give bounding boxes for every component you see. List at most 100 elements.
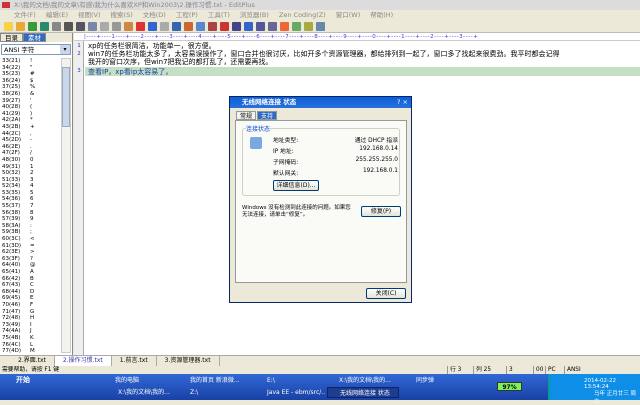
char-row[interactable]: 74(4A) J <box>2 328 60 335</box>
char-row[interactable]: 55(37) 7 <box>2 203 60 210</box>
file-tab[interactable]: 1.前言.txt <box>112 356 157 366</box>
char-row[interactable]: 64(40) @ <box>2 262 60 269</box>
char-row[interactable]: 36(24) $ <box>2 78 60 85</box>
scrollbar[interactable] <box>61 58 71 353</box>
char-row[interactable]: 44(2C), <box>2 131 60 138</box>
toolbar-button[interactable] <box>196 22 205 31</box>
char-row[interactable]: 67(43) C <box>2 282 60 289</box>
charset-select[interactable]: ANSI 字符 ▾ <box>1 44 71 55</box>
menu-item[interactable]: 文件(F) <box>14 10 36 20</box>
tab-general[interactable]: 常规 <box>236 111 257 120</box>
toolbar-button[interactable] <box>268 22 277 31</box>
char-row[interactable]: 77(4D) M <box>2 348 60 355</box>
toolbar-button[interactable] <box>292 22 301 31</box>
tab-directory[interactable]: 目录 <box>0 33 23 42</box>
start-button[interactable]: 开始 <box>0 374 50 387</box>
menu-item[interactable]: 工程(P) <box>176 10 198 20</box>
toolbar-button[interactable] <box>232 22 241 31</box>
toolbar-button[interactable] <box>316 22 325 31</box>
char-row[interactable]: 35(23) # <box>2 71 60 78</box>
char-row[interactable]: 42(2A) * <box>2 117 60 124</box>
taskbar-item-active[interactable]: 无线网络连接 状态 <box>327 387 399 398</box>
char-row[interactable]: 56(38) 8 <box>2 210 60 217</box>
char-row[interactable]: 71(47) G <box>2 309 60 316</box>
char-row[interactable]: 38(26) & <box>2 91 60 98</box>
toolbar-button[interactable] <box>76 22 85 31</box>
menu-item[interactable]: 搜索(S) <box>111 10 133 20</box>
close-button[interactable]: 关闭(C) <box>366 288 406 299</box>
menu-item[interactable]: 视图(V) <box>78 10 101 20</box>
char-row[interactable]: 65(41) A <box>2 269 60 276</box>
toolbar-button[interactable] <box>148 22 157 31</box>
toolbar-button[interactable] <box>220 22 229 31</box>
taskbar-item[interactable]: Java EE - ebm/src/... <box>255 387 325 398</box>
toolbar-button[interactable] <box>136 22 145 31</box>
char-row[interactable]: 51(33) 3 <box>2 177 60 184</box>
taskbar-item[interactable]: 我的电脑 <box>103 375 173 386</box>
menu-item[interactable]: 窗口(W) <box>336 10 361 20</box>
menu-item[interactable]: 编辑(E) <box>46 10 68 20</box>
tab-clips[interactable]: 素材 <box>23 33 46 42</box>
char-row[interactable]: 43(2B) + <box>2 124 60 131</box>
char-row[interactable]: 40(28) ( <box>2 104 60 111</box>
char-row[interactable]: 63(3F)? <box>2 256 60 263</box>
toolbar-button[interactable] <box>40 22 49 31</box>
char-row[interactable]: 46(2E). <box>2 144 60 151</box>
toolbar-button[interactable] <box>52 22 61 31</box>
taskbar-item[interactable]: X:\我的文档\我的... <box>106 387 176 398</box>
menu-item[interactable]: Zen Coding(Z) <box>279 10 326 20</box>
char-row[interactable]: 45(2D) - <box>2 137 60 144</box>
battery-indicator[interactable]: 97% <box>497 382 522 391</box>
toolbar-button[interactable] <box>208 22 217 31</box>
file-tab[interactable]: 3.资源管理器.txt <box>157 356 220 366</box>
details-button[interactable]: 详细信息(D)... <box>273 180 319 191</box>
char-row[interactable]: 66(42) B <box>2 276 60 283</box>
toolbar-button[interactable] <box>280 22 289 31</box>
toolbar-button[interactable] <box>4 22 13 31</box>
toolbar-button[interactable] <box>100 22 109 31</box>
char-row[interactable]: 75(4B) K <box>2 335 60 342</box>
char-row[interactable]: 68(44) D <box>2 289 60 296</box>
toolbar-button[interactable] <box>172 22 181 31</box>
toolbar-button[interactable] <box>28 22 37 31</box>
char-row[interactable]: 61(3D) = <box>2 243 60 250</box>
toolbar-button[interactable] <box>184 22 193 31</box>
taskbar-item[interactable]: 同步弹簧 <box>404 375 434 386</box>
menu-item[interactable]: 浏览器(B) <box>240 10 269 20</box>
taskbar-item[interactable]: Z:\ <box>178 387 248 398</box>
char-row[interactable]: 73(49) I <box>2 322 60 329</box>
char-row[interactable]: 48(30) 0 <box>2 157 60 164</box>
toolbar-button[interactable] <box>304 22 313 31</box>
help-button[interactable]: ? <box>397 98 400 106</box>
char-row[interactable]: 62(3E) > <box>2 249 60 256</box>
char-row[interactable]: 76(4C) L <box>2 342 60 349</box>
char-row[interactable]: 57(39) 9 <box>2 216 60 223</box>
char-row[interactable]: 72(48) H <box>2 315 60 322</box>
taskbar-item[interactable]: 我的首页 新浪微... <box>178 375 253 386</box>
taskbar-item[interactable]: E:\ <box>255 375 325 386</box>
char-row[interactable]: 60(3C) < <box>2 236 60 243</box>
char-row[interactable]: 49(31) 1 <box>2 164 60 171</box>
scroll-thumb[interactable] <box>62 67 70 127</box>
toolbar-button[interactable] <box>16 22 25 31</box>
char-row[interactable]: 54(36) 6 <box>2 196 60 203</box>
toolbar-button[interactable] <box>244 22 253 31</box>
char-row[interactable]: 41(29)) <box>2 111 60 118</box>
file-tab-active[interactable]: 2.操作习惯.txt <box>54 356 112 366</box>
toolbar-button[interactable] <box>64 22 73 31</box>
close-icon[interactable]: × <box>403 98 408 106</box>
char-row[interactable]: 59(3B); <box>2 229 60 236</box>
char-row[interactable]: 70(46) F <box>2 302 60 309</box>
menu-item[interactable]: 帮助(H) <box>370 10 393 20</box>
char-row[interactable]: 50(32) 2 <box>2 170 60 177</box>
char-row[interactable]: 58(3A): <box>2 223 60 230</box>
char-row[interactable]: 52(34) 4 <box>2 183 60 190</box>
toolbar-button[interactable] <box>256 22 265 31</box>
char-row[interactable]: 34(22) " <box>2 65 60 72</box>
menu-item[interactable]: 文档(D) <box>143 10 166 20</box>
toolbar-button[interactable] <box>88 22 97 31</box>
tab-support[interactable]: 支持 <box>257 111 278 120</box>
menu-item[interactable]: 工具(T) <box>208 10 230 20</box>
char-row[interactable]: 37(25)% <box>2 84 60 91</box>
toolbar-button[interactable] <box>160 22 169 31</box>
